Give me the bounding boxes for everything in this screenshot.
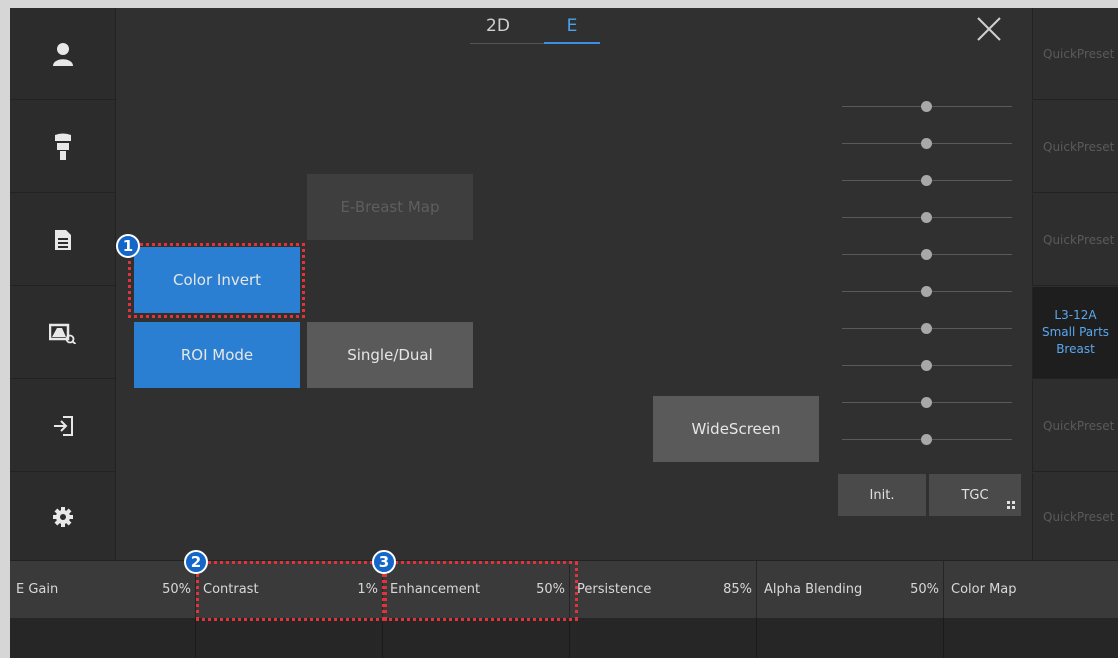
quick-preset-3[interactable]: QuickPreset [1032,194,1118,286]
param-name: Persistence [577,582,652,597]
init-button[interactable]: Init. [838,474,926,516]
quick-preset-2[interactable]: QuickPreset [1032,101,1118,193]
callout-badge-3: 3 [372,550,396,574]
e-breast-map-button[interactable]: E-Breast Map [307,174,473,240]
bottom-control-strip [10,618,1118,658]
preset-column: QuickPreset QuickPreset QuickPreset L3-1… [1032,8,1118,560]
widescreen-button[interactable]: WideScreen [653,396,819,462]
bottom-cell[interactable] [197,618,383,658]
sidebar-item-settings[interactable] [10,473,116,560]
sidebar-item-exit[interactable] [10,380,116,472]
tab-e[interactable]: E [544,10,600,44]
callout-badge-2: 2 [184,550,208,574]
bottom-cell[interactable] [10,618,196,658]
tgc-knob[interactable] [921,323,932,334]
single-dual-button[interactable]: Single/Dual [307,322,473,388]
color-invert-button[interactable]: Color Invert [134,247,300,313]
active-preset[interactable]: L3-12A Small Parts Breast [1032,287,1118,379]
quick-preset-1[interactable]: QuickPreset [1032,8,1118,100]
left-sidebar [10,8,116,560]
tab-2d[interactable]: 2D [470,10,526,44]
param-enhancement[interactable]: Enhancement 50% [384,561,570,619]
tgc-label: TGC [961,487,989,503]
bottom-cell[interactable] [758,618,944,658]
sidebar-item-review[interactable] [10,287,116,379]
param-value: 85% [723,582,752,597]
ultrasound-touch-panel: 2D E E-Breast Map Color Invert ROI Mode … [10,8,1118,658]
roi-mode-button[interactable]: ROI Mode [134,322,300,388]
preset-exam: Breast [1056,342,1095,356]
bottom-cell[interactable] [384,618,570,658]
tgc-knob[interactable] [921,249,932,260]
preset-probe: L3-12A [1054,308,1097,322]
quick-preset-6[interactable]: QuickPreset [1032,473,1118,560]
close-icon [977,17,1001,41]
param-name: Contrast [203,582,259,597]
tgc-knob[interactable] [921,286,932,297]
document-icon [55,229,71,250]
tgc-button[interactable]: TGC [929,474,1021,516]
grid-dots-icon [1007,501,1015,509]
tgc-knob[interactable] [921,434,932,445]
gear-icon [53,506,73,527]
param-e-gain[interactable]: E Gain 50% [10,561,196,619]
quick-preset-5[interactable]: QuickPreset [1032,380,1118,472]
tgc-knob[interactable] [921,397,932,408]
param-persistence[interactable]: Persistence 85% [571,561,757,619]
tgc-knob[interactable] [921,175,932,186]
parameter-bar: E Gain 50% Contrast 1% Enhancement 50% P… [10,560,1118,619]
tgc-knob[interactable] [921,101,932,112]
exit-icon [54,415,73,436]
param-name: Color Map [951,582,1017,597]
bottom-cell[interactable] [945,618,1118,658]
close-button[interactable] [972,12,1006,46]
sidebar-item-patient[interactable] [10,8,116,100]
user-icon [53,42,73,66]
param-name: E Gain [16,582,59,597]
param-alpha-blending[interactable]: Alpha Blending 50% [758,561,944,619]
sidebar-item-report[interactable] [10,194,116,286]
bottom-cell[interactable] [571,618,757,658]
tgc-knob[interactable] [921,212,932,223]
preset-application: Small Parts [1041,325,1110,339]
param-color-map[interactable]: Color Map [945,561,1118,619]
param-value: 50% [536,582,565,597]
sidebar-item-probe[interactable] [10,101,116,193]
param-name: Enhancement [390,582,481,597]
tgc-knob[interactable] [921,360,932,371]
probe-icon [55,133,71,160]
param-name: Alpha Blending [764,582,863,597]
callout-badge-1: 1 [116,234,140,258]
param-contrast[interactable]: Contrast 1% [197,561,383,619]
tgc-knob[interactable] [921,138,932,149]
image-review-icon [49,323,77,344]
param-value: 50% [910,582,939,597]
